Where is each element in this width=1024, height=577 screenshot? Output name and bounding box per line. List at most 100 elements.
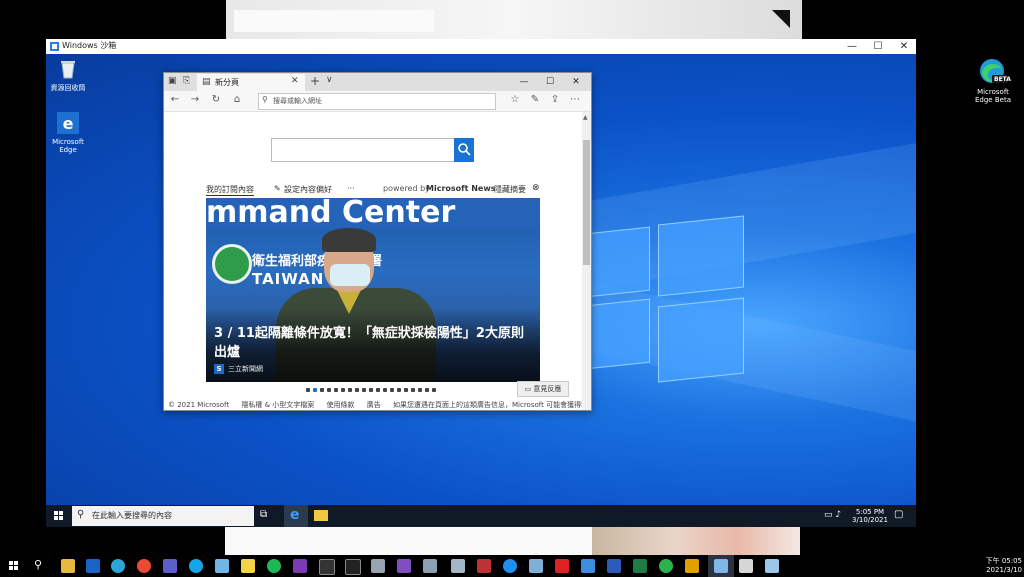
edge-maximize-button[interactable]: ☐ bbox=[538, 74, 562, 90]
new-tab-button[interactable]: + bbox=[310, 74, 320, 88]
app-icon[interactable] bbox=[451, 559, 465, 573]
teamviewer-icon[interactable] bbox=[503, 559, 517, 573]
carousel-dot[interactable] bbox=[362, 388, 366, 392]
tab-new-tab[interactable]: ▤ 新分頁 ✕ bbox=[197, 74, 305, 91]
carousel-dot[interactable] bbox=[320, 388, 324, 392]
scrollbar-thumb[interactable] bbox=[583, 140, 590, 265]
carousel-dot[interactable] bbox=[313, 388, 317, 392]
app-icon[interactable] bbox=[215, 559, 229, 573]
chrome-icon[interactable] bbox=[137, 559, 151, 573]
ntp-search-input[interactable] bbox=[271, 138, 456, 162]
app-icon[interactable] bbox=[423, 559, 437, 573]
back-icon[interactable]: ← bbox=[168, 93, 182, 107]
pen-icon[interactable]: ✎ bbox=[528, 93, 542, 107]
acrobat-icon[interactable] bbox=[555, 559, 569, 573]
footer-ads-link[interactable]: 廣告 bbox=[367, 401, 381, 409]
edge-scrollbar[interactable]: ▲ bbox=[582, 112, 591, 410]
sandbox-taskbar-button[interactable] bbox=[708, 555, 734, 577]
edge-icon[interactable] bbox=[111, 559, 125, 573]
app-icon[interactable] bbox=[529, 559, 543, 573]
ntp-search-button[interactable] bbox=[454, 138, 474, 162]
app-icon[interactable] bbox=[765, 559, 779, 573]
start-button[interactable] bbox=[9, 561, 19, 571]
sandbox-taskbar-clock[interactable]: 5:05 PM 3/10/2021 bbox=[850, 508, 890, 524]
desktop-icon-recycle-bin[interactable]: 資源回收筒 bbox=[46, 58, 90, 92]
collections-icon[interactable]: ⎘ bbox=[183, 76, 190, 86]
carousel-dot[interactable] bbox=[418, 388, 422, 392]
tray-network-icon[interactable]: ▭ ♪ bbox=[824, 510, 841, 520]
taskbar-search-box[interactable]: ⚲ 在此輸入要搜尋的內容 bbox=[72, 506, 254, 526]
console-icon[interactable] bbox=[345, 559, 361, 575]
home-icon[interactable]: ⌂ bbox=[230, 93, 244, 107]
carousel-dot[interactable] bbox=[327, 388, 331, 392]
carousel-dot[interactable] bbox=[425, 388, 429, 392]
scroll-up-icon[interactable]: ▲ bbox=[583, 114, 588, 121]
search-icon[interactable]: ⚲ bbox=[34, 558, 42, 571]
start-button[interactable] bbox=[54, 511, 64, 521]
carousel-dot[interactable] bbox=[369, 388, 373, 392]
hero-news-card[interactable]: mmand Center 衛生福利部疾病管制署 TAIWAN CDC 3 / 1… bbox=[206, 198, 540, 382]
footer-privacy-link[interactable]: 隱私權 & 小型文字檔案 bbox=[241, 401, 314, 409]
hero-headline[interactable]: 3 / 11起隔離條件放寬！「無症狀採檢陽性」2大原則出爐 bbox=[214, 324, 534, 362]
personalize-link[interactable]: 設定內容偏好 bbox=[284, 184, 332, 195]
carousel-dot[interactable] bbox=[397, 388, 401, 392]
hide-feed-button[interactable]: 隱藏摘要 bbox=[494, 184, 526, 195]
carousel-dot[interactable] bbox=[383, 388, 387, 392]
footer-terms-link[interactable]: 使用條款 bbox=[327, 401, 355, 409]
file-explorer-icon[interactable] bbox=[61, 559, 75, 573]
onenote-icon[interactable] bbox=[293, 559, 307, 573]
sandbox-minimize-button[interactable]: — bbox=[840, 39, 864, 54]
carousel-dot[interactable] bbox=[404, 388, 408, 392]
visual-studio-icon[interactable] bbox=[397, 559, 411, 573]
notification-icon[interactable]: ▢ bbox=[894, 509, 903, 520]
notes-icon[interactable] bbox=[241, 559, 255, 573]
carousel-dot[interactable] bbox=[432, 388, 436, 392]
carousel-dot[interactable] bbox=[390, 388, 394, 392]
forward-icon[interactable]: → bbox=[188, 93, 202, 107]
app-icon[interactable] bbox=[581, 559, 595, 573]
sandbox-close-button[interactable]: ✕ bbox=[892, 39, 916, 54]
tab-close-icon[interactable]: ✕ bbox=[291, 76, 299, 86]
desktop-icon-edge[interactable]: e Microsoft Edge bbox=[46, 112, 90, 154]
tab-my-feed[interactable]: 我的訂閱內容 bbox=[206, 184, 254, 196]
share-icon[interactable]: ⇪ bbox=[548, 93, 562, 107]
sandbox-maximize-button[interactable]: ☐ bbox=[866, 39, 890, 54]
app-icon[interactable] bbox=[371, 559, 385, 573]
excel-icon[interactable] bbox=[633, 559, 647, 573]
refresh-icon[interactable]: ↻ bbox=[209, 93, 223, 107]
favorites-icon[interactable]: ☆ bbox=[508, 93, 522, 107]
personalize-icon[interactable]: ✎ bbox=[274, 184, 281, 193]
taskbar-edge-button[interactable]: e bbox=[284, 505, 308, 527]
task-view-icon[interactable]: ⧉ bbox=[260, 509, 267, 520]
address-bar[interactable]: ⚲ 搜尋或輸入網址 bbox=[258, 93, 496, 110]
host-corner-icon bbox=[772, 10, 790, 28]
app-icon[interactable] bbox=[477, 559, 491, 573]
carousel-dot[interactable] bbox=[306, 388, 310, 392]
terminal-icon[interactable] bbox=[319, 559, 335, 575]
feed-more-button[interactable]: ··· bbox=[347, 184, 355, 193]
carousel-dot[interactable] bbox=[341, 388, 345, 392]
teams-icon[interactable] bbox=[163, 559, 177, 573]
tab-actions-icon[interactable]: ▣ bbox=[168, 76, 177, 86]
edge-minimize-button[interactable]: — bbox=[512, 74, 536, 90]
carousel-dot[interactable] bbox=[411, 388, 415, 392]
more-menu-icon[interactable]: ⋯ bbox=[568, 93, 582, 107]
spotify-icon[interactable] bbox=[267, 559, 281, 573]
word-icon[interactable] bbox=[607, 559, 621, 573]
carousel-dot[interactable] bbox=[355, 388, 359, 392]
carousel-dot[interactable] bbox=[348, 388, 352, 392]
host-taskbar-clock[interactable]: 下午 05:05 2021/3/10 bbox=[982, 557, 1022, 575]
tab-dropdown-icon[interactable]: ∨ bbox=[326, 75, 333, 85]
feedback-button[interactable]: ▭ 意見反應 bbox=[517, 381, 569, 397]
edge-close-button[interactable]: ✕ bbox=[564, 74, 588, 90]
hide-feed-icon[interactable]: ⊗ bbox=[532, 183, 540, 193]
skype-icon[interactable] bbox=[189, 559, 203, 573]
carousel-dot[interactable] bbox=[334, 388, 338, 392]
outlook-icon[interactable] bbox=[86, 559, 100, 573]
app-icon[interactable] bbox=[739, 559, 753, 573]
app-icon[interactable] bbox=[685, 559, 699, 573]
desktop-icon-edge-beta[interactable]: BETA Microsoft Edge Beta bbox=[969, 58, 1017, 104]
carousel-dot[interactable] bbox=[376, 388, 380, 392]
file-explorer-icon[interactable] bbox=[314, 510, 328, 521]
line-icon[interactable] bbox=[659, 559, 673, 573]
